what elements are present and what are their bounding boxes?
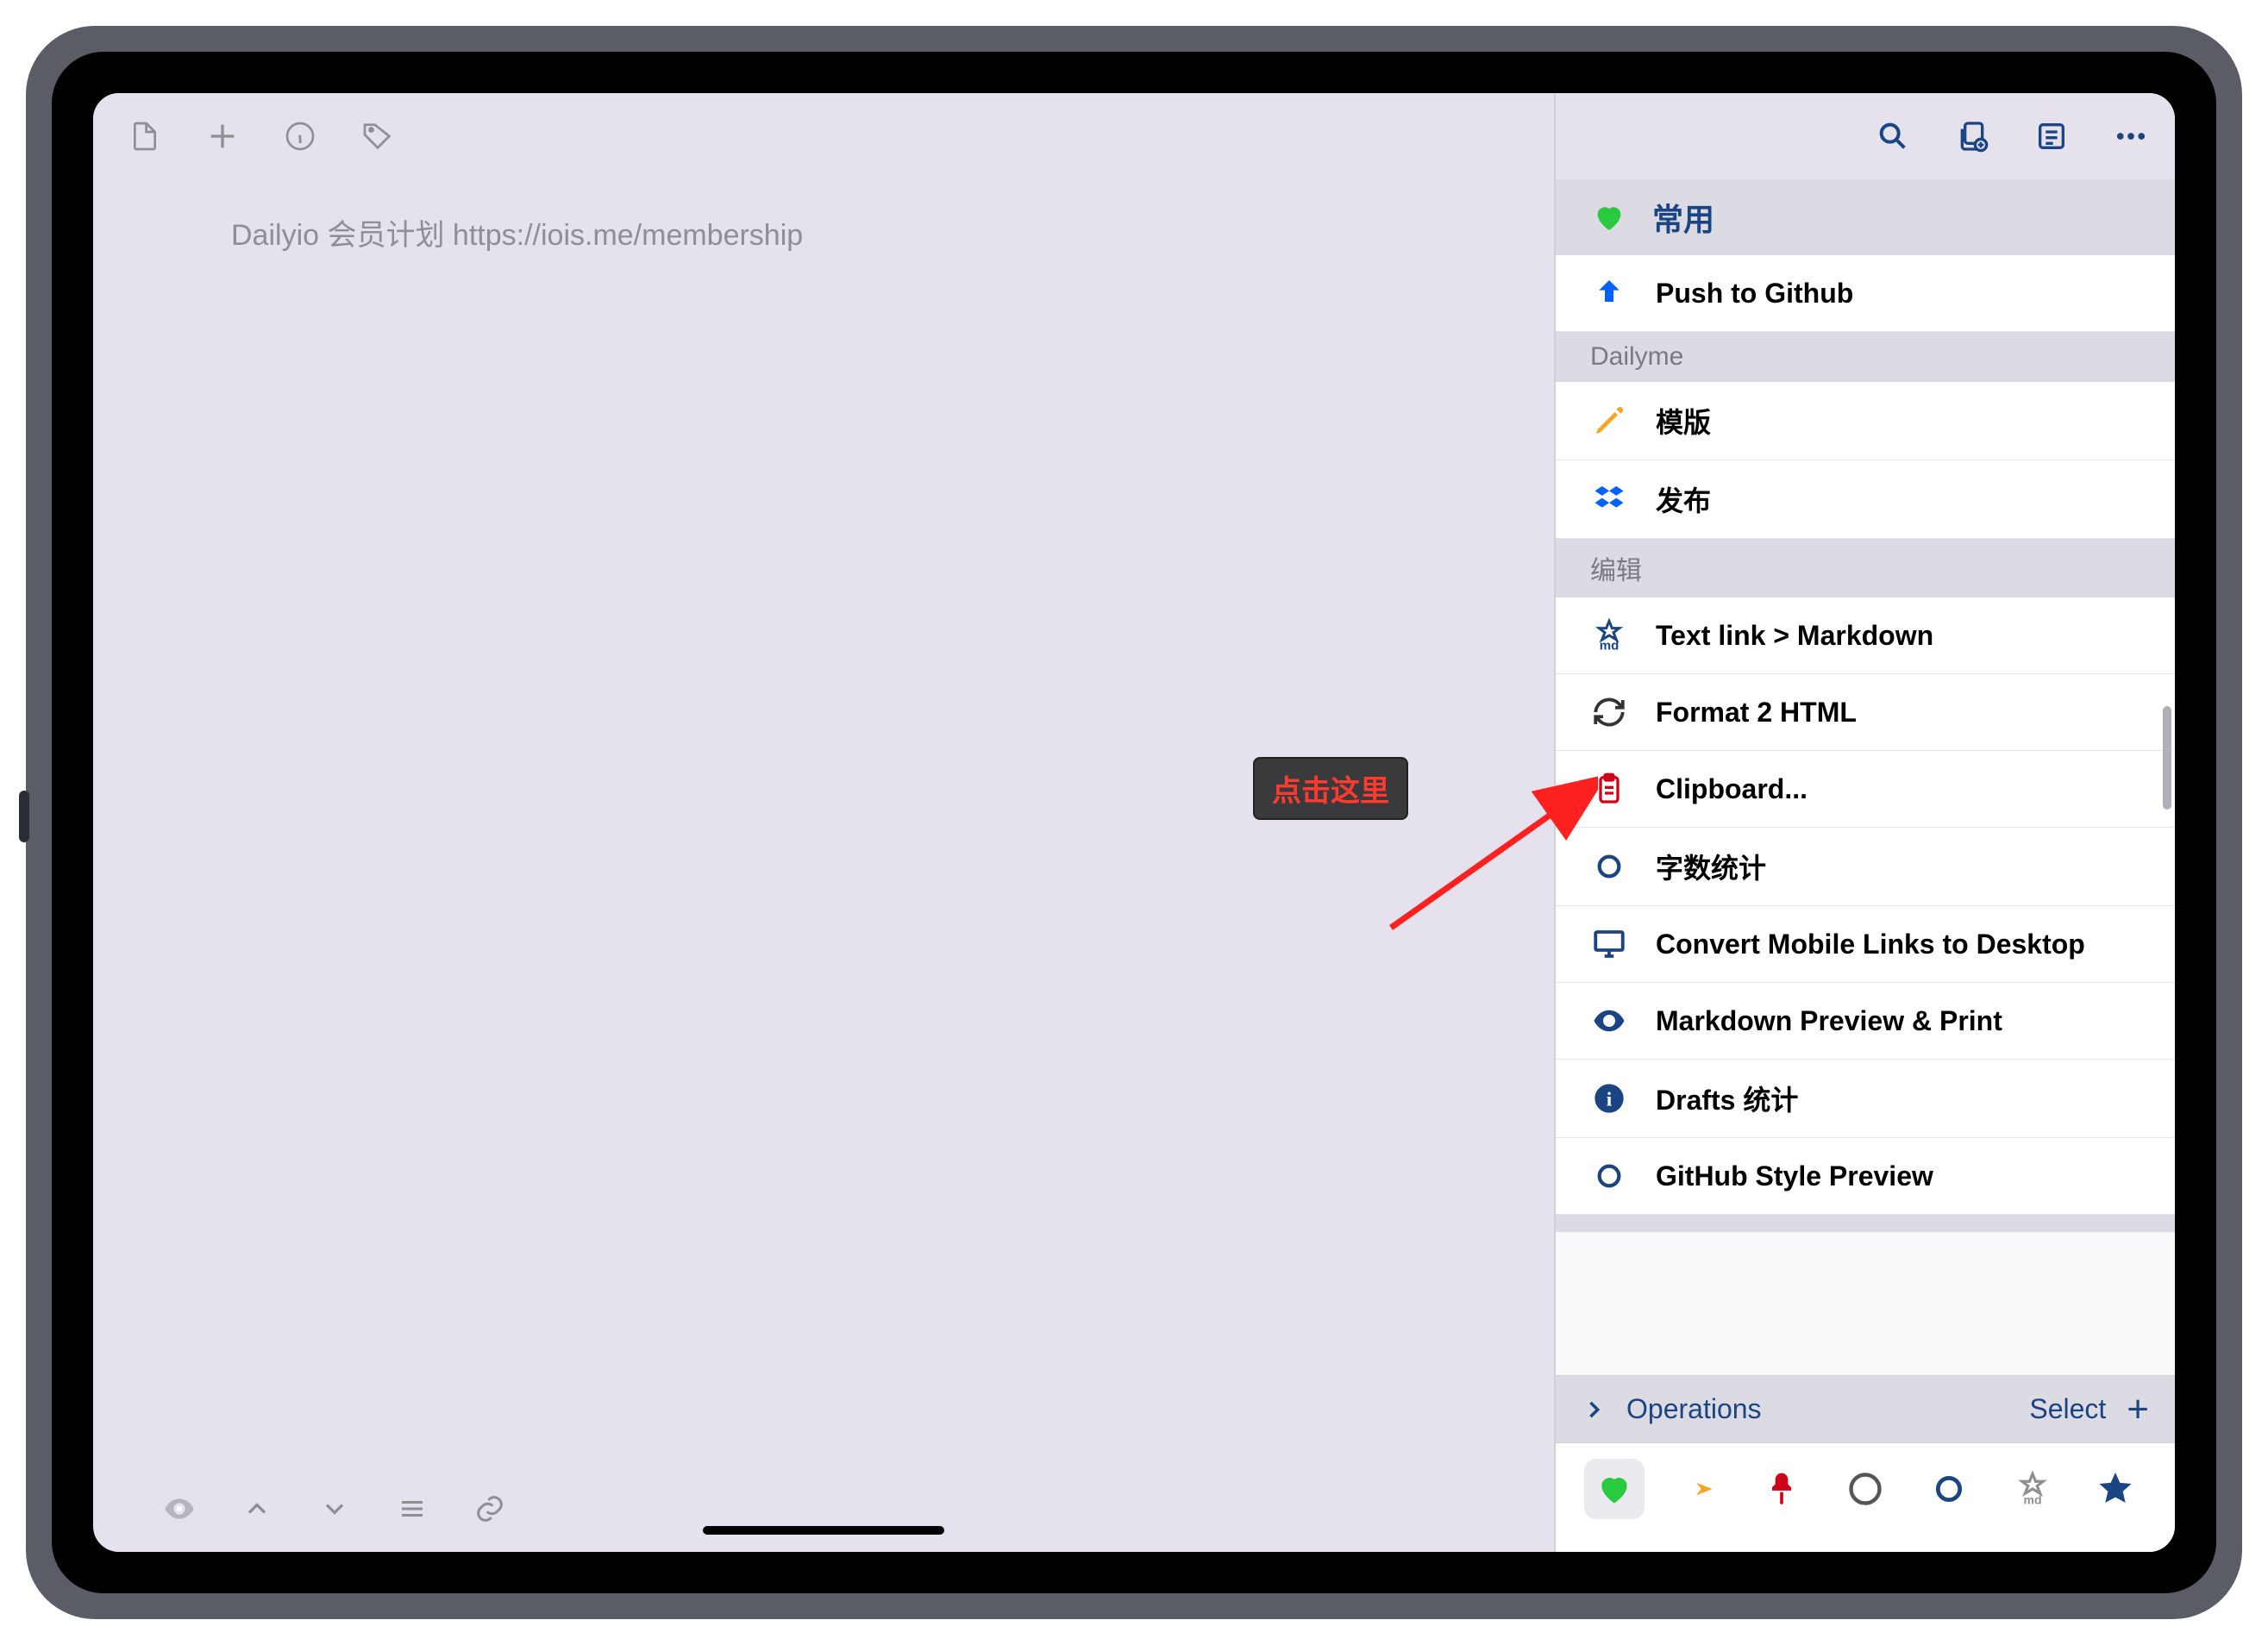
ipad-frame: Dailyio 会员计划 https://iois.me/membership xyxy=(26,26,2242,1619)
chevron-down-icon[interactable] xyxy=(317,1492,352,1526)
action-label: 发布 xyxy=(1656,479,1711,519)
circle-outline-icon xyxy=(1590,1157,1628,1195)
editor-content[interactable]: Dailyio 会员计划 https://iois.me/membership xyxy=(93,179,1554,1466)
desktop-icon xyxy=(1590,925,1628,963)
action-label: 字数统计 xyxy=(1656,847,1766,886)
subheader-label: Dailyme xyxy=(1590,342,1683,372)
action-label: Text link > Markdown xyxy=(1656,620,1933,652)
eye-solid-icon xyxy=(1590,1002,1628,1040)
arrow-up-icon xyxy=(1590,274,1628,312)
action-github-preview[interactable]: GitHub Style Preview xyxy=(1556,1138,2175,1215)
copy-plus-icon[interactable] xyxy=(1954,118,1990,154)
action-label: Drafts 统计 xyxy=(1656,1079,1798,1118)
action-label: Clipboard... xyxy=(1656,773,1808,805)
circle-outline-icon xyxy=(1590,848,1628,885)
home-indicator xyxy=(703,1526,944,1535)
dropbox-icon xyxy=(1590,480,1628,518)
action-drafts-stats[interactable]: i Drafts 统计 xyxy=(1556,1060,2175,1138)
tab-moon[interactable] xyxy=(1835,1459,1895,1519)
svg-text:i: i xyxy=(1607,1088,1613,1110)
group-subheader-edit: 编辑 xyxy=(1556,539,2175,597)
scrollbar-thumb[interactable] xyxy=(2163,706,2171,810)
group-subheader-dailyme: Dailyme xyxy=(1556,332,2175,382)
menu-icon[interactable] xyxy=(395,1492,429,1526)
group-header-favorites: 常用 xyxy=(1556,179,2175,255)
svg-text:md: md xyxy=(2023,1493,2041,1507)
chevron-up-icon[interactable] xyxy=(240,1492,274,1526)
action-markdown-preview[interactable]: Markdown Preview & Print xyxy=(1556,983,2175,1060)
pencil-icon xyxy=(1590,402,1628,440)
action-label: GitHub Style Preview xyxy=(1656,1160,1933,1192)
subheader-label: 编辑 xyxy=(1590,549,1642,587)
clipboard-icon xyxy=(1590,770,1628,808)
chevron-right-icon[interactable] xyxy=(1582,1398,1606,1422)
tab-star-md[interactable]: md xyxy=(2002,1459,2063,1519)
sync-icon xyxy=(1590,693,1628,731)
bottom-tab-bar: md xyxy=(1556,1442,2175,1552)
new-doc-icon[interactable] xyxy=(128,119,162,153)
screen: Dailyio 会员计划 https://iois.me/membership xyxy=(93,93,2175,1552)
tab-circle[interactable] xyxy=(1919,1459,1979,1519)
more-icon[interactable] xyxy=(2113,118,2149,154)
sidebar-toolbar xyxy=(1556,93,2175,179)
editor-toolbar xyxy=(93,93,1554,179)
tag-icon[interactable] xyxy=(360,119,395,153)
action-format2html[interactable]: Format 2 HTML xyxy=(1556,674,2175,751)
action-label: Format 2 HTML xyxy=(1656,697,1857,729)
editor-pane: Dailyio 会员计划 https://iois.me/membership xyxy=(93,93,1554,1552)
operations-bar: Operations Select + xyxy=(1556,1375,2175,1442)
eye-icon[interactable] xyxy=(162,1492,197,1526)
editor-text: Dailyio 会员计划 https://iois.me/membership xyxy=(231,219,803,252)
action-label: 模版 xyxy=(1656,401,1711,441)
add-button[interactable]: + xyxy=(2127,1394,2149,1424)
heart-icon xyxy=(1590,198,1628,236)
svg-text:md: md xyxy=(1600,639,1620,653)
action-wordcount[interactable]: 字数统计 xyxy=(1556,828,2175,906)
search-icon[interactable] xyxy=(1875,118,1911,154)
actions-list[interactable]: 常用 Push to Github Dailyme xyxy=(1556,179,2175,1375)
tab-pushpin[interactable] xyxy=(1751,1459,1812,1519)
action-template[interactable]: 模版 xyxy=(1556,382,2175,460)
plus-icon[interactable] xyxy=(205,119,240,153)
tab-arrow-right[interactable] xyxy=(1668,1459,1728,1519)
action-convert-mobile-links[interactable]: Convert Mobile Links to Desktop xyxy=(1556,906,2175,983)
action-label: Convert Mobile Links to Desktop xyxy=(1656,929,2085,960)
action-publish[interactable]: 发布 xyxy=(1556,460,2175,539)
select-button[interactable]: Select xyxy=(2029,1393,2106,1425)
action-clipboard[interactable]: Clipboard... xyxy=(1556,751,2175,828)
action-push-to-github[interactable]: Push to Github xyxy=(1556,255,2175,332)
info-circle-icon: i xyxy=(1590,1079,1628,1117)
editor-bottom-toolbar xyxy=(93,1466,1554,1552)
action-textlink-markdown[interactable]: md Text link > Markdown xyxy=(1556,597,2175,674)
info-icon[interactable] xyxy=(283,119,317,153)
link-icon[interactable] xyxy=(473,1492,507,1526)
group-label: 常用 xyxy=(1652,195,1714,240)
action-label: Markdown Preview & Print xyxy=(1656,1005,2002,1037)
actions-sidebar: 常用 Push to Github Dailyme xyxy=(1554,93,2175,1552)
operations-label[interactable]: Operations xyxy=(1626,1393,1762,1425)
camera-dots xyxy=(19,791,29,842)
tab-favorites[interactable] xyxy=(1584,1459,1645,1519)
action-label: Push to Github xyxy=(1656,278,1853,310)
list-panel-icon[interactable] xyxy=(2033,118,2070,154)
tab-star-solid[interactable] xyxy=(2085,1459,2146,1519)
star-md-icon: md xyxy=(1590,616,1628,654)
